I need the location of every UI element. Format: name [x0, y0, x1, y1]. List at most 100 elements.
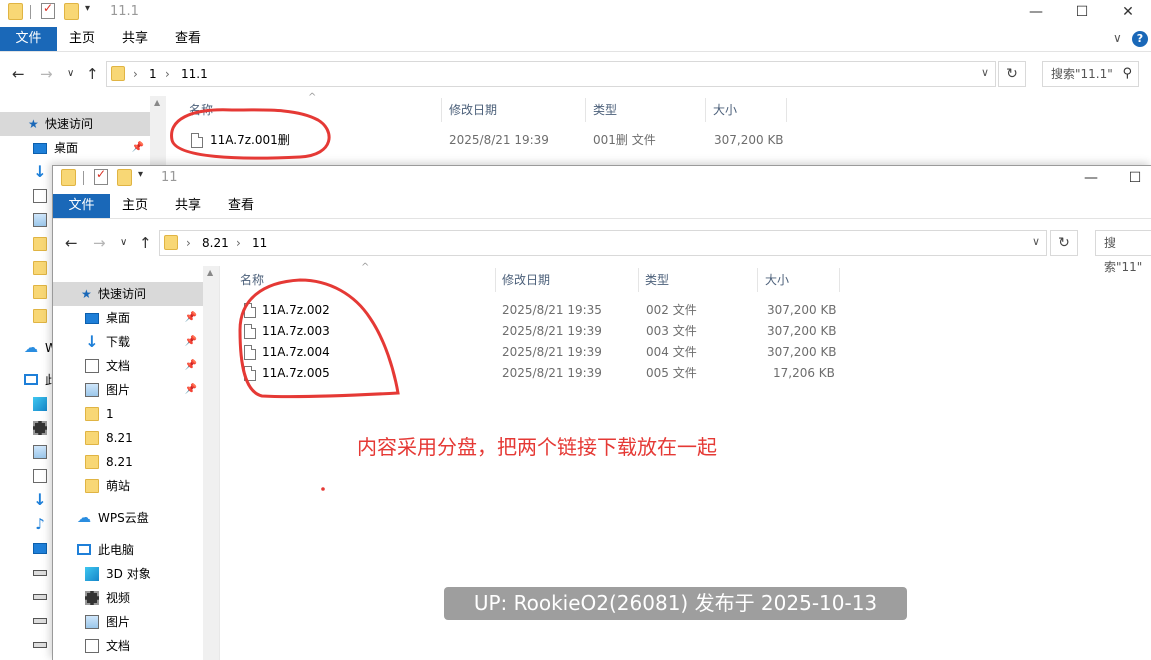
forward-arrow-icon[interactable]: →: [40, 65, 53, 83]
search-input[interactable]: 搜索"11": [1095, 230, 1151, 274]
column-type[interactable]: 类型: [645, 268, 669, 292]
sidebar-item-desktop[interactable]: 桌面 📌: [0, 136, 150, 160]
document-icon: [33, 189, 47, 203]
breadcrumb-2[interactable]: 11: [252, 236, 267, 250]
video-icon: [85, 591, 99, 605]
sidebar-item-documents[interactable]: 文档 📌: [53, 354, 203, 378]
refresh-button[interactable]: ↻: [1050, 230, 1078, 256]
file-icon: [244, 303, 256, 318]
sidebar-item-folder-821[interactable]: 8.21: [53, 450, 203, 474]
properties-icon[interactable]: [94, 167, 110, 187]
properties-icon[interactable]: [41, 1, 57, 21]
breadcrumb-1[interactable]: 8.21: [202, 236, 229, 250]
new-folder-icon[interactable]: [117, 169, 133, 187]
column-name[interactable]: 名称: [240, 268, 264, 292]
pin-icon: 📌: [184, 384, 197, 395]
tab-home[interactable]: 主页: [110, 194, 160, 218]
tab-share[interactable]: 共享: [163, 194, 213, 218]
address-bar[interactable]: › 8.21 › 11 ∨: [159, 230, 1047, 256]
column-size[interactable]: 大小: [765, 268, 789, 292]
column-name[interactable]: 名称: [189, 98, 213, 122]
sidebar-item-wps[interactable]: ☁ WPS云盘: [53, 506, 203, 530]
tab-file[interactable]: 文件: [0, 27, 57, 51]
breadcrumb-1[interactable]: 1: [149, 67, 157, 81]
drive-icon: [33, 594, 47, 600]
back-arrow-icon[interactable]: ←: [65, 234, 78, 252]
file-row[interactable]: 11A.7z.002 2025/8/21 19:35 002 文件 307,20…: [242, 300, 842, 321]
scroll-up-icon[interactable]: ▲: [154, 98, 160, 107]
sidebar-item-quick-access[interactable]: ★ 快速访问: [53, 282, 203, 306]
minimize-button[interactable]: —: [1068, 166, 1114, 192]
sidebar-item-folder-1[interactable]: 1: [53, 402, 203, 426]
tab-view[interactable]: 查看: [216, 194, 266, 218]
cloud-icon: ☁: [24, 340, 38, 356]
scroll-up-icon[interactable]: ▲: [207, 268, 213, 277]
column-size[interactable]: 大小: [713, 98, 737, 122]
quick-access-dropdown-icon[interactable]: ▾: [138, 169, 143, 180]
file-row[interactable]: 11A.7z.001删 2025/8/21 19:39 001删 文件 307,…: [189, 130, 789, 151]
up-arrow-icon[interactable]: ↑: [86, 65, 99, 83]
picture-icon: [85, 615, 99, 629]
file-row[interactable]: 11A.7z.003 2025/8/21 19:39 003 文件 307,20…: [242, 321, 842, 342]
file-row[interactable]: 11A.7z.005 2025/8/21 19:39 005 文件 17,206…: [242, 363, 842, 384]
desktop-icon: [85, 313, 99, 324]
navigation-bar: ← → ∨ ↑ › 1 › 11.1 ∨ ↻ 搜索"11.1" ⚲: [0, 57, 1151, 91]
maximize-button[interactable]: ☐: [1059, 0, 1105, 26]
close-button[interactable]: ✕: [1105, 0, 1151, 26]
sidebar-item-videos[interactable]: 视频: [53, 586, 203, 610]
pin-icon: 📌: [131, 142, 144, 153]
minimize-button[interactable]: —: [1013, 0, 1059, 26]
sidebar-item-pc-pictures[interactable]: 图片: [53, 610, 203, 634]
sidebar-item-3d-objects[interactable]: 3D 对象: [53, 562, 203, 586]
forward-arrow-icon[interactable]: →: [93, 234, 106, 252]
column-date[interactable]: 修改日期: [449, 98, 497, 122]
download-icon: ↓: [33, 490, 47, 509]
back-arrow-icon[interactable]: ←: [12, 65, 25, 83]
sidebar-item-folder-821[interactable]: 8.21: [53, 426, 203, 450]
computer-icon: [77, 544, 91, 555]
address-bar[interactable]: › 1 › 11.1 ∨: [106, 61, 996, 87]
tab-home[interactable]: 主页: [57, 27, 107, 51]
file-row[interactable]: 11A.7z.004 2025/8/21 19:39 004 文件 307,20…: [242, 342, 842, 363]
folder-icon: [85, 431, 99, 445]
sidebar-item-quick-access[interactable]: ★ 快速访问: [0, 112, 150, 136]
column-date[interactable]: 修改日期: [502, 268, 550, 292]
annotation-note: 内容采用分盘，把两个链接下载放在一起: [357, 435, 717, 459]
folder-icon: [85, 407, 99, 421]
desktop-icon: [33, 543, 47, 554]
folder-icon: [33, 309, 47, 323]
breadcrumb-2[interactable]: 11.1: [181, 67, 208, 81]
search-input[interactable]: 搜索"11.1" ⚲: [1042, 61, 1139, 87]
video-icon: [33, 421, 47, 435]
drive-icon: [33, 642, 47, 648]
column-type[interactable]: 类型: [593, 98, 617, 122]
picture-icon: [85, 383, 99, 397]
refresh-button[interactable]: ↻: [998, 61, 1026, 87]
sidebar-item-this-pc[interactable]: 此电脑: [53, 538, 203, 562]
quick-access-dropdown-icon[interactable]: ▾: [85, 3, 90, 14]
recent-locations-icon[interactable]: ∨: [67, 68, 74, 79]
sidebar-item-downloads[interactable]: ↓ 下载 📌: [53, 330, 203, 354]
sidebar-item-pc-documents[interactable]: 文档: [53, 634, 203, 658]
sort-ascending-icon: ^: [308, 92, 317, 103]
cube-icon: [33, 397, 47, 411]
sidebar-scrollbar[interactable]: ▲: [150, 96, 166, 166]
tab-share[interactable]: 共享: [110, 27, 160, 51]
download-icon: ↓: [85, 332, 99, 351]
ribbon-expand-icon[interactable]: ∨: [1113, 31, 1122, 45]
star-icon: ★: [28, 117, 39, 131]
sidebar-item-folder-mengzhan[interactable]: 萌站: [53, 474, 203, 498]
address-dropdown-icon[interactable]: ∨: [1032, 235, 1040, 248]
help-icon[interactable]: ?: [1132, 31, 1148, 47]
recent-locations-icon[interactable]: ∨: [120, 237, 127, 248]
up-arrow-icon[interactable]: ↑: [139, 234, 152, 252]
sidebar-item-desktop[interactable]: 桌面 📌: [53, 306, 203, 330]
new-folder-icon[interactable]: [64, 3, 80, 21]
tab-view[interactable]: 查看: [163, 27, 213, 51]
address-dropdown-icon[interactable]: ∨: [981, 66, 989, 79]
tab-file[interactable]: 文件: [53, 194, 110, 218]
picture-icon: [33, 445, 47, 459]
maximize-button[interactable]: ☐: [1112, 166, 1151, 192]
sidebar-scrollbar[interactable]: ▲: [203, 266, 219, 660]
sidebar-item-pictures[interactable]: 图片 📌: [53, 378, 203, 402]
